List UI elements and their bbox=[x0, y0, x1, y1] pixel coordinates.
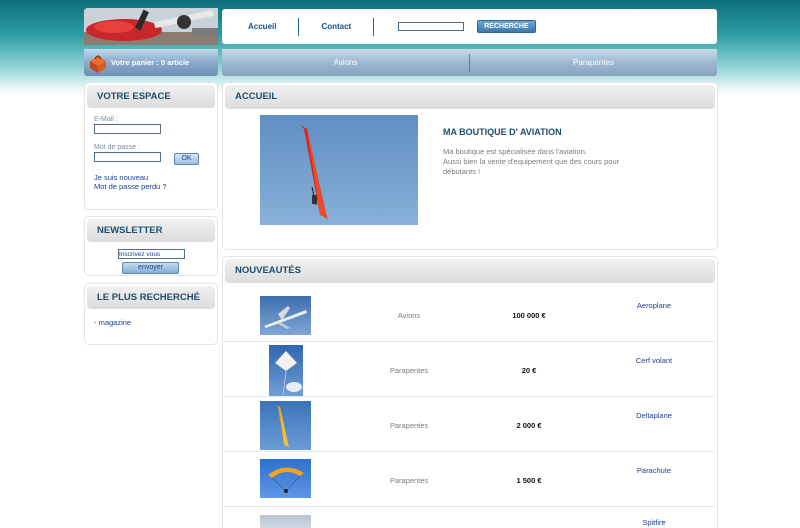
product-name-link[interactable]: Deltaplane bbox=[604, 411, 704, 420]
login-ok-button[interactable]: OK bbox=[174, 153, 199, 165]
popular-item-magazine[interactable]: - magazine bbox=[94, 318, 131, 327]
product-category: Avions bbox=[397, 311, 421, 320]
nav-link-contact[interactable]: Contact bbox=[299, 18, 373, 36]
account-title: VOTRE ESPACE bbox=[87, 85, 215, 108]
password-label: Mot de passe : bbox=[94, 144, 140, 151]
category-bar: Avions Parapentes bbox=[222, 49, 717, 76]
email-field[interactable] bbox=[94, 124, 161, 134]
popular-title: LE PLUS RECHERCHÉ bbox=[87, 286, 215, 309]
product-row[interactable]: Parapentes 20 € Cerf volant bbox=[224, 343, 715, 397]
newsletter-box: NEWSLETTER envoyer bbox=[84, 216, 218, 276]
product-row[interactable]: Spitfire bbox=[224, 508, 715, 528]
nav-link-accueil[interactable]: Accueil bbox=[226, 18, 298, 36]
product-price: 1 500 € bbox=[516, 476, 542, 485]
newsletter-email-input[interactable] bbox=[118, 249, 185, 259]
shop-title: MA BOUTIQUE D' AVIATION bbox=[443, 127, 562, 137]
product-row[interactable]: Avions 100 000 € Aeroplane bbox=[224, 288, 715, 342]
product-name-link[interactable]: Cerf volant bbox=[604, 356, 704, 365]
product-thumbnail[interactable] bbox=[260, 296, 311, 335]
shop-description-line: débutants ! bbox=[443, 167, 481, 176]
account-box: VOTRE ESPACE E-Mail : Mot de passe : OK … bbox=[84, 82, 218, 210]
cart-bar[interactable]: Votre panier : 0 article bbox=[84, 49, 218, 76]
new-products-title: NOUVEAUTÉS bbox=[225, 259, 715, 283]
product-name-link[interactable]: Parachute bbox=[604, 466, 704, 475]
email-label: E-Mail : bbox=[94, 116, 118, 123]
hang-glider-image bbox=[260, 115, 418, 225]
product-price: 2 000 € bbox=[516, 421, 542, 430]
product-thumbnail[interactable] bbox=[260, 515, 311, 528]
product-thumbnail[interactable] bbox=[260, 459, 311, 498]
welcome-panel: ACCUEIL MA BOUTIQUE D' AVIATION Ma bouti… bbox=[222, 82, 718, 250]
shopping-bag-icon bbox=[87, 52, 109, 74]
password-field[interactable] bbox=[94, 152, 161, 162]
product-thumbnail[interactable] bbox=[269, 345, 303, 396]
register-link[interactable]: Je suis nouveau bbox=[94, 173, 148, 182]
product-category: Parapentes bbox=[389, 366, 429, 375]
nav-separator bbox=[373, 17, 375, 36]
product-row[interactable]: Parapentes 2 000 € Deltaplane bbox=[224, 398, 715, 452]
search-button[interactable]: RECHERCHE bbox=[477, 20, 536, 33]
product-price: 20 € bbox=[521, 366, 537, 375]
top-navigation-bar: Accueil Contact RECHERCHE bbox=[222, 9, 717, 44]
newsletter-send-button[interactable]: envoyer bbox=[122, 262, 179, 274]
category-parapentes[interactable]: Parapentes bbox=[470, 49, 717, 76]
product-thumbnail[interactable] bbox=[260, 401, 311, 450]
newsletter-title: NEWSLETTER bbox=[87, 219, 215, 242]
product-name-link[interactable]: Aeroplane bbox=[604, 301, 704, 310]
forgot-password-link[interactable]: Mot de passe perdu ? bbox=[94, 182, 167, 191]
popular-box: LE PLUS RECHERCHÉ - magazine bbox=[84, 283, 218, 345]
search-input[interactable] bbox=[398, 22, 465, 31]
shop-description-line: Aussi bien la vente d'equipement que des… bbox=[443, 157, 620, 166]
product-price: 100 000 € bbox=[512, 311, 546, 320]
cart-summary: Votre panier : 0 article bbox=[111, 58, 190, 67]
category-avions[interactable]: Avions bbox=[222, 49, 469, 76]
product-name-link[interactable]: Spitfire bbox=[604, 518, 704, 527]
welcome-title: ACCUEIL bbox=[225, 85, 715, 109]
product-category: Parapentes bbox=[389, 476, 429, 485]
shop-description-line: Ma boutique est spécialisée dans l'aviat… bbox=[443, 147, 588, 156]
header-logo-image bbox=[84, 8, 218, 45]
product-category: Parapentes bbox=[389, 421, 429, 430]
product-row[interactable]: Parapentes 1 500 € Parachute bbox=[224, 453, 715, 507]
